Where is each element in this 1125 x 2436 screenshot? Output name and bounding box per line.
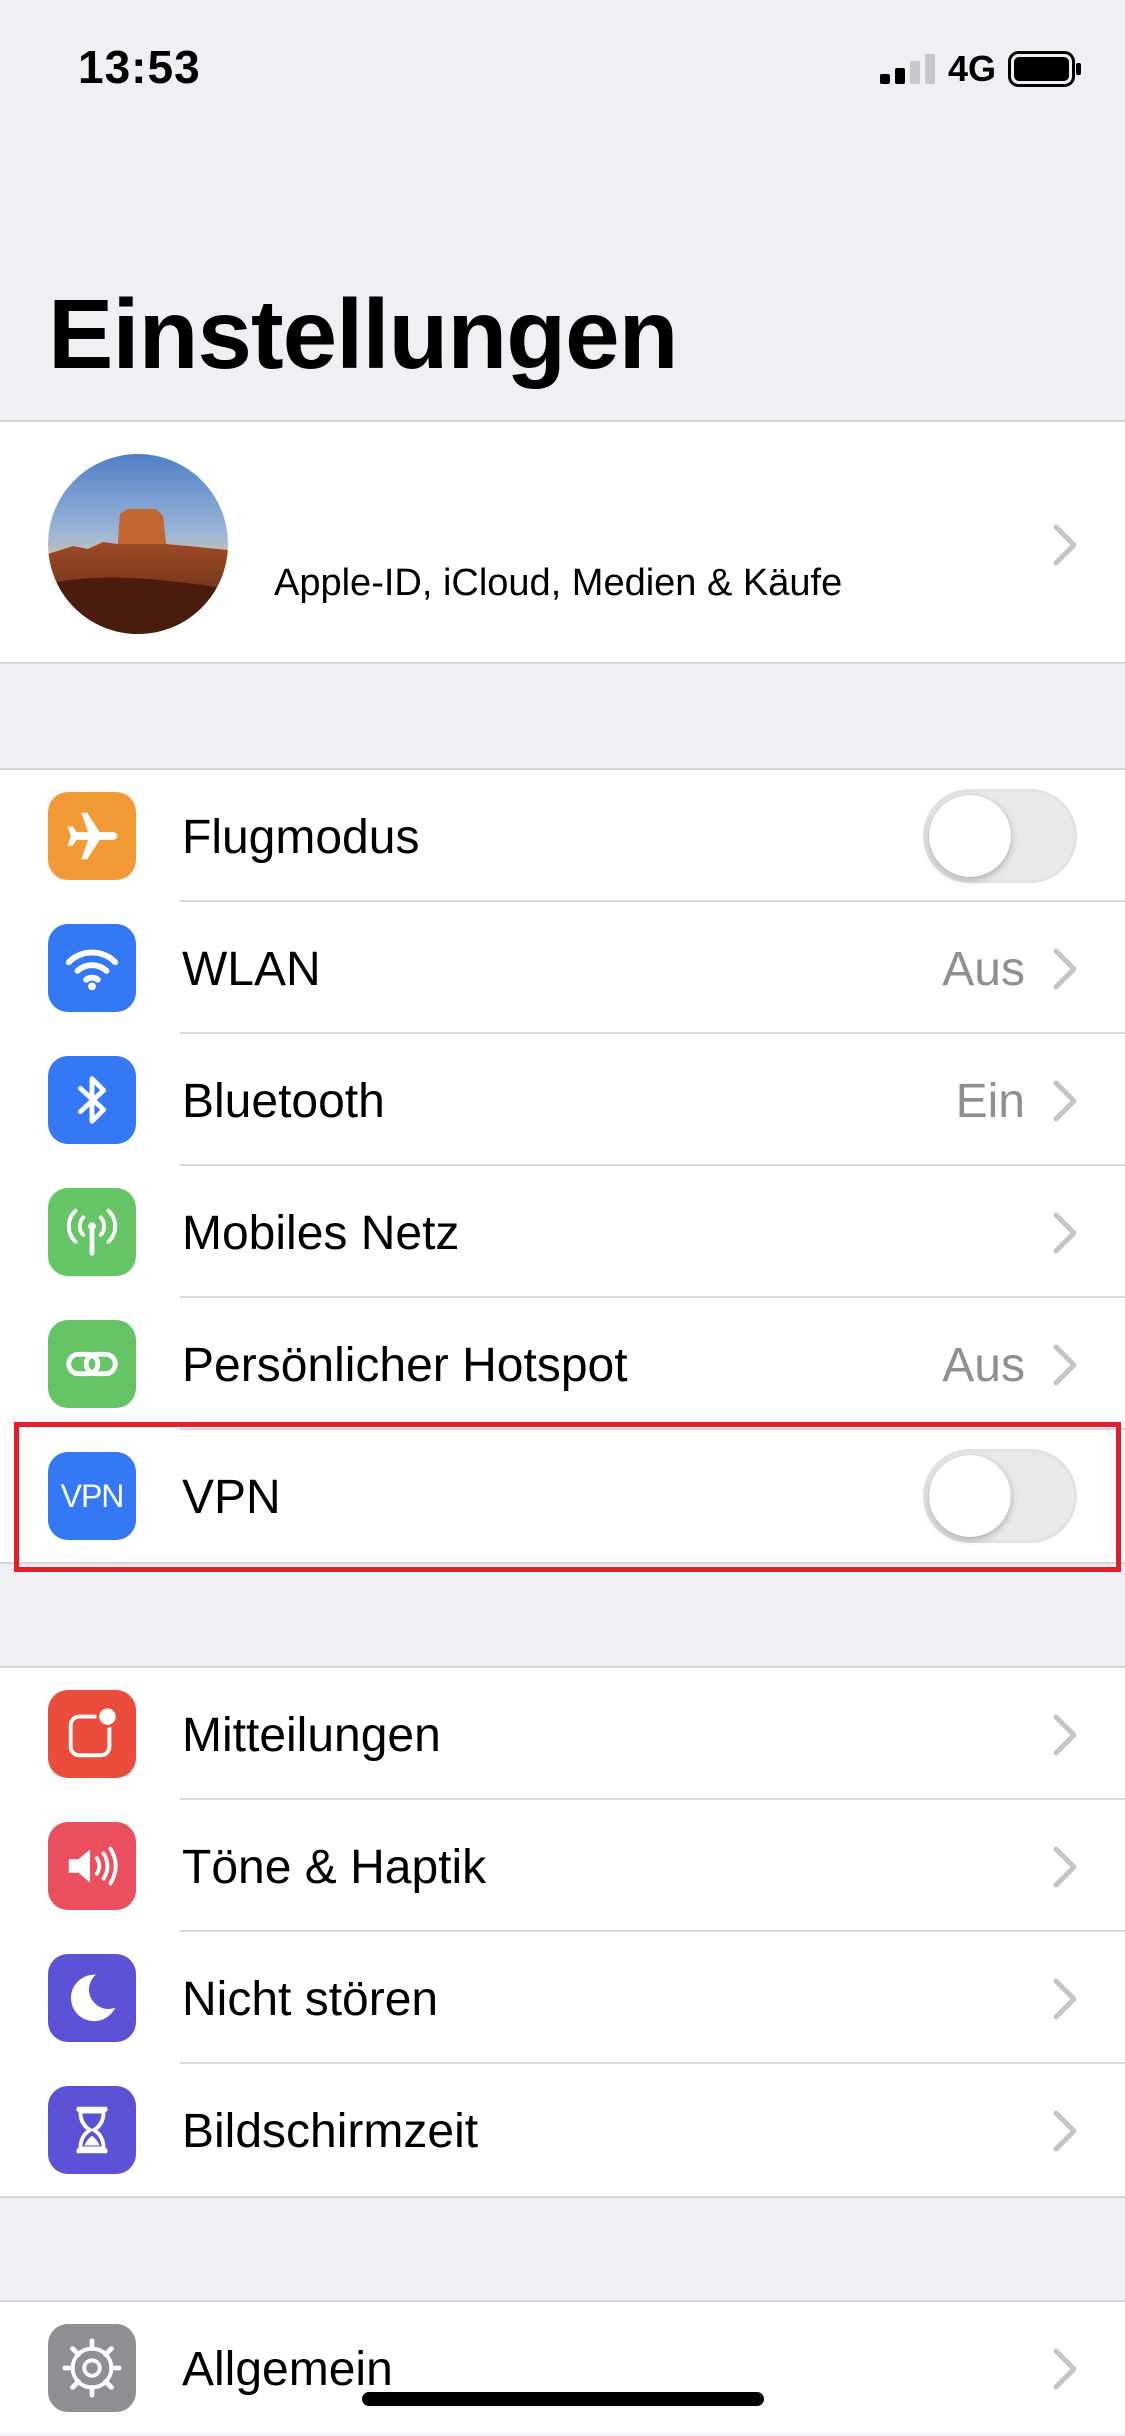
row-label: Nicht stören (182, 1973, 439, 2026)
speaker-icon (48, 1822, 136, 1910)
row-label: Allgemein (182, 2343, 393, 2396)
row-label: Mobiles Netz (182, 1207, 460, 1260)
row-label: Flugmodus (182, 811, 420, 864)
antenna-icon (48, 1188, 136, 1276)
row-wlan[interactable]: WLAN Aus (0, 902, 1125, 1034)
notifications-group: Mitteilungen Töne & Haptik Nicht stören (0, 1666, 1125, 2198)
chevron-right-icon (1053, 1846, 1077, 1888)
row-bluetooth[interactable]: Bluetooth Ein (0, 1034, 1125, 1166)
chevron-right-icon (1053, 1714, 1077, 1756)
row-label: WLAN (182, 943, 321, 996)
home-indicator[interactable] (362, 2392, 764, 2406)
row-label: Töne & Haptik (182, 1841, 487, 1894)
row-mobiles-netz[interactable]: Mobiles Netz (0, 1166, 1125, 1298)
row-allgemein[interactable]: Allgemein (0, 2302, 1125, 2434)
notifications-icon (48, 1690, 136, 1778)
row-mitteilungen[interactable]: Mitteilungen (0, 1668, 1125, 1800)
row-value: Aus (942, 1339, 1025, 1392)
row-label: Persönlicher Hotspot (182, 1339, 628, 1392)
row-toene-haptik[interactable]: Töne & Haptik (0, 1800, 1125, 1932)
general-group: Allgemein (0, 2300, 1125, 2434)
chevron-right-icon (1053, 1080, 1077, 1122)
bluetooth-icon (48, 1056, 136, 1144)
avatar (48, 454, 228, 634)
page-title: Einstellungen (48, 279, 679, 389)
chevron-right-icon (1053, 2348, 1077, 2390)
status-time: 13:53 (78, 41, 201, 93)
battery-icon (1008, 51, 1081, 87)
row-hotspot[interactable]: Persönlicher Hotspot Aus (0, 1298, 1125, 1430)
network-type: 4G (948, 48, 997, 89)
row-label: Mitteilungen (182, 1709, 441, 1762)
chevron-right-icon (1053, 1978, 1077, 2020)
row-label: Bluetooth (182, 1075, 385, 1128)
row-bildschirmzeit[interactable]: Bildschirmzeit (0, 2064, 1125, 2196)
chevron-right-icon (1053, 524, 1077, 566)
row-value: Ein (955, 1075, 1025, 1128)
row-flugmodus[interactable]: Flugmodus (0, 770, 1125, 902)
row-nicht-stoeren[interactable]: Nicht stören (0, 1932, 1125, 2064)
chevron-right-icon (1053, 1344, 1077, 1386)
airplane-icon (48, 792, 136, 880)
row-value: Aus (942, 943, 1025, 996)
hotspot-icon (48, 1320, 136, 1408)
wifi-icon (48, 924, 136, 1012)
chevron-right-icon (1053, 2110, 1077, 2152)
apple-id-row[interactable]: Apple-ID, iCloud, Medien & Käufe (0, 420, 1125, 664)
apple-id-subtitle: Apple-ID, iCloud, Medien & Käufe (274, 562, 843, 604)
gear-icon (48, 2324, 136, 2412)
settings-screen: 13:53 4G Einstellungen Apple-ID, iCloud,… (0, 0, 1125, 2436)
chevron-right-icon (1053, 1212, 1077, 1254)
vpn-highlight-box (14, 1422, 1121, 1572)
airplane-mode-toggle[interactable] (923, 789, 1077, 883)
chevron-right-icon (1053, 948, 1077, 990)
hourglass-icon (48, 2086, 136, 2174)
cellular-signal-icon (880, 54, 935, 84)
row-label: Bildschirmzeit (182, 2105, 479, 2158)
moon-icon (48, 1954, 136, 2042)
